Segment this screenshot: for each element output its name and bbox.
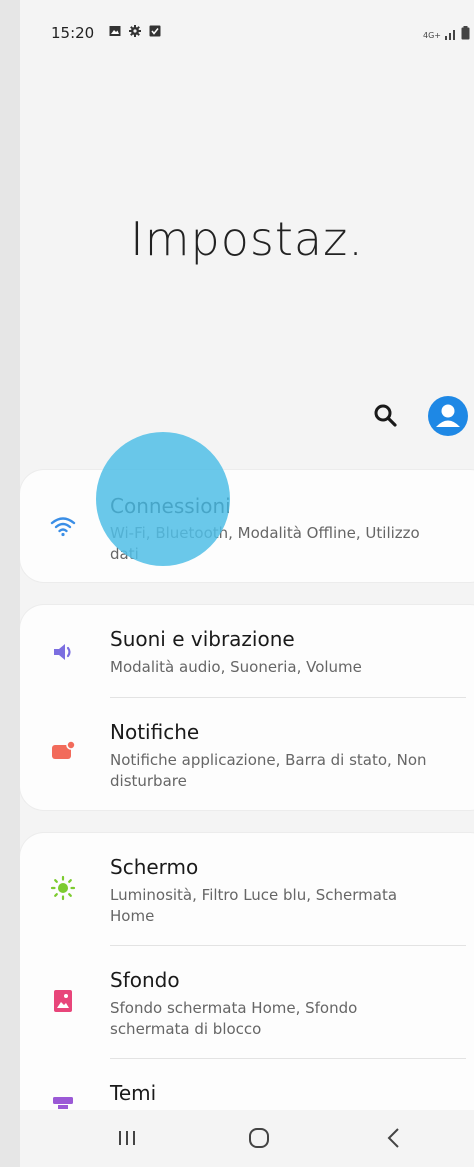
brightness-icon: [50, 875, 76, 901]
item-subtitle: Wi-Fi, Bluetooth, Modalità Offline, Util…: [110, 524, 420, 563]
gear-icon: [129, 25, 141, 37]
settings-group-connections: Connessioni Wi-Fi, Bluetooth, Modalità O…: [20, 470, 474, 582]
item-subtitle: Luminosità, Filtro Luce blu, Schermata H…: [110, 886, 398, 925]
settings-screen: 15:20 4G+ Impostaz. Connessioni Wi-Fi, B…: [20, 0, 474, 1167]
settings-item-connessioni[interactable]: Connessioni Wi-Fi, Bluetooth, Modalità O…: [20, 470, 474, 582]
item-subtitle: Sfondo schermata Home, Sfondo schermata …: [110, 999, 358, 1038]
status-time: 15:20: [51, 24, 95, 42]
wifi-icon: [50, 517, 76, 537]
page-title: Impostaz.: [130, 212, 364, 266]
item-title: Suoni e vibrazione: [110, 627, 295, 651]
avatar: [436, 404, 460, 427]
settings-item-schermo[interactable]: Schermo Luminosità, Filtro Luce blu, Sch…: [20, 833, 474, 945]
settings-item-suoni[interactable]: Suoni e vibrazione Modalità audio, Suone…: [20, 605, 474, 697]
status-system-icons: 4G+: [423, 26, 470, 40]
signal-icon: [445, 30, 455, 40]
check-box-icon: [149, 25, 161, 37]
volume-icon: [54, 644, 71, 660]
item-subtitle: Modalità audio, Suoneria, Volume: [110, 658, 362, 676]
item-subtitle: Notifiche applicazione, Barra di stato, …: [110, 751, 427, 790]
item-title: Connessioni: [110, 494, 231, 518]
account-icon[interactable]: [428, 396, 468, 436]
status-bar: 15:20 4G+: [20, 0, 474, 64]
item-title: Schermo: [110, 855, 199, 879]
recent-apps-icon[interactable]: [111, 1122, 143, 1154]
item-title: Notifiche: [110, 720, 200, 744]
settings-item-notifiche[interactable]: Notifiche Notifiche applicazione, Barra …: [20, 698, 474, 810]
image-icon: [109, 26, 121, 36]
navigation-bar: [20, 1110, 474, 1167]
wallpaper-icon: [54, 990, 72, 1012]
notification-icon: [52, 740, 76, 759]
status-notification-icons: [109, 25, 161, 37]
item-title: Temi: [110, 1081, 157, 1105]
search-icon[interactable]: [372, 402, 400, 430]
home-icon[interactable]: [243, 1122, 275, 1154]
settings-group-display: Schermo Luminosità, Filtro Luce blu, Sch…: [20, 833, 474, 1133]
network-type: 4G+: [423, 31, 441, 40]
item-title: Sfondo: [110, 968, 180, 992]
settings-group-sound-notifications: Suoni e vibrazione Modalità audio, Suone…: [20, 605, 474, 810]
back-icon[interactable]: [378, 1122, 410, 1154]
battery-icon: [461, 26, 470, 40]
settings-item-sfondo[interactable]: Sfondo Sfondo schermata Home, Sfondo sch…: [20, 946, 474, 1058]
